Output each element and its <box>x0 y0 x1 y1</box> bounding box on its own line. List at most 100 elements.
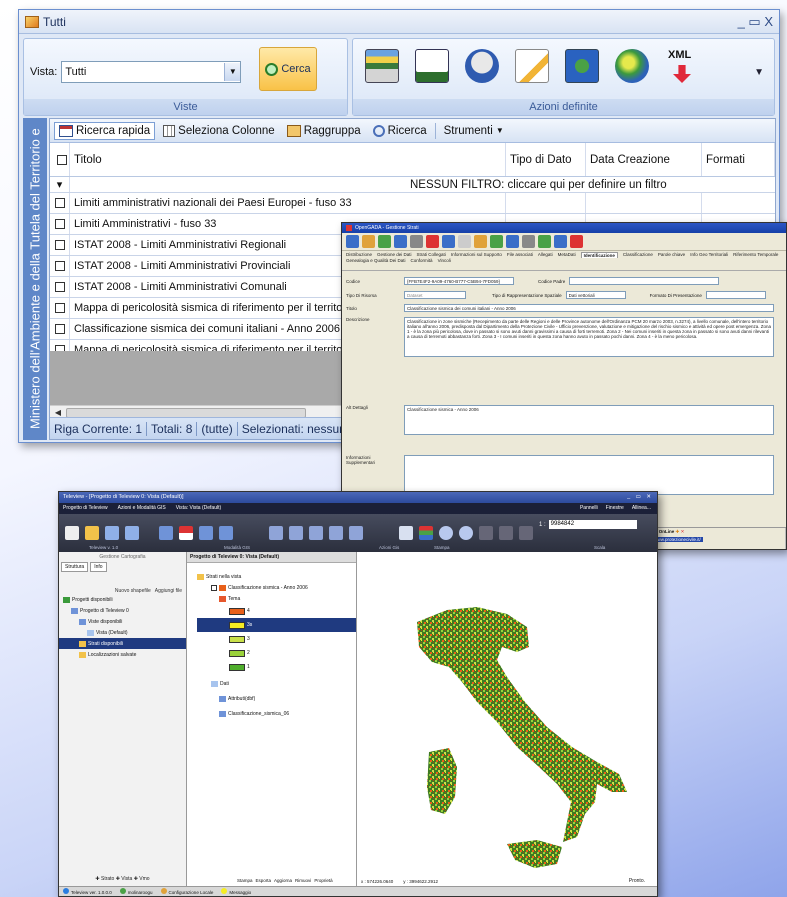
globe-icon[interactable] <box>615 49 649 83</box>
menu-azioni[interactable]: Azioni e Modalità GIS <box>118 503 166 514</box>
add-icon[interactable]: ✚ <box>676 529 680 534</box>
tab-informazioni-sul-supporto[interactable]: Informazioni sul Supporto <box>451 252 502 258</box>
left-panel-footer[interactable]: ✚ Strato ✚ Vista ✚ Vmo <box>59 876 186 882</box>
tab-file-associati[interactable]: File associati <box>507 252 533 258</box>
tree-item-localizzazioni-salvate[interactable]: Localizzazioni salvate <box>59 649 186 660</box>
info-icon[interactable] <box>309 526 323 540</box>
row-checkbox-cell[interactable] <box>50 214 70 234</box>
codice-padre-field[interactable] <box>569 277 720 285</box>
zoom-out-icon[interactable] <box>459 526 473 540</box>
checkbox[interactable] <box>54 324 65 334</box>
status-message[interactable]: Messaggio <box>221 888 251 895</box>
tab-allegati[interactable]: Allegati <box>538 252 553 258</box>
tipo-rappr-select[interactable]: Dati vettoriali <box>565 291 626 299</box>
tab-classificazione[interactable]: Classificazione <box>623 252 653 258</box>
row-titolo[interactable]: Limiti amministrativi nazionali dei Paes… <box>70 193 506 213</box>
row-checkbox-cell[interactable] <box>50 298 70 318</box>
tab-struttura[interactable]: Struttura <box>61 562 89 572</box>
italy-map[interactable] <box>357 552 657 882</box>
aggiungi-file-button[interactable]: Aggiungi file <box>155 588 182 594</box>
toolbar-icon[interactable] <box>538 235 551 248</box>
row-checkbox-cell[interactable] <box>50 319 70 339</box>
raggruppa-button[interactable]: Raggruppa <box>283 123 365 139</box>
legend-class-0[interactable]: 4 <box>197 604 356 618</box>
toolbar-icon[interactable] <box>458 235 471 248</box>
checkbox[interactable] <box>54 198 65 208</box>
layer-checkbox[interactable] <box>211 584 217 591</box>
tab-genealogia-e-qualit-dei-dati[interactable]: Genealogia e Qualità Dei Dati <box>346 258 406 263</box>
esporta-button[interactable]: Esporta <box>256 878 272 883</box>
aggiorna-button[interactable]: Aggiorna <box>274 878 292 883</box>
tab-info-geo-territoriali[interactable]: Info Geo Territoriali <box>690 252 728 258</box>
toolbar-icon[interactable] <box>362 235 375 248</box>
window-controls[interactable]: _ ▭ X <box>738 14 773 30</box>
tab-vincoli[interactable]: Vincoli <box>438 258 451 263</box>
dati-node[interactable]: Dati <box>197 678 356 689</box>
ricerca-rapida-button[interactable]: Ricerca rapida <box>54 121 156 140</box>
chevron-down-icon[interactable]: ▼ <box>224 63 241 81</box>
tab-info[interactable]: Info <box>90 562 107 572</box>
strati-node[interactable]: Strati nella vista <box>197 571 356 582</box>
proprieta-button[interactable]: Proprietà <box>314 878 332 883</box>
toolbar-icon[interactable] <box>522 235 535 248</box>
checkbox[interactable] <box>56 154 67 165</box>
measure-icon[interactable] <box>329 526 343 540</box>
titolo-field[interactable]: Classificazione sismica dei comuni itali… <box>404 304 774 312</box>
toolbar-icon[interactable] <box>554 235 567 248</box>
window-icon[interactable] <box>219 526 233 540</box>
menu-pannelli[interactable]: Pannelli <box>580 503 598 514</box>
window-controls[interactable]: _ ▭ ✕ <box>627 492 657 503</box>
flag-icon[interactable] <box>179 526 193 540</box>
remove-icon[interactable]: ✕ <box>681 529 685 534</box>
draw-icon[interactable] <box>349 526 363 540</box>
toolbar-icon[interactable] <box>346 235 359 248</box>
legend-class-2[interactable]: 3 <box>197 632 356 646</box>
menu-finestre[interactable]: Finestre <box>606 503 624 514</box>
seleziona-colonne-button[interactable]: Seleziona Colonne <box>159 123 279 139</box>
tab-metadati[interactable]: MetaDati <box>558 252 576 258</box>
tree-item-progetto-di-teleview-0[interactable]: Progetto di Teleview 0 <box>59 605 186 616</box>
ricerca-button[interactable]: Ricerca <box>369 123 431 139</box>
info-supp-field[interactable] <box>404 455 774 495</box>
toolbar-icon[interactable] <box>490 235 503 248</box>
toolbar-icon[interactable] <box>442 235 455 248</box>
checkbox[interactable] <box>54 282 65 292</box>
file-node[interactable]: Classificazione_sismica_06 <box>197 708 356 719</box>
legend-class-4[interactable]: 1 <box>197 660 356 674</box>
select-icon[interactable] <box>269 526 283 540</box>
nuovo-shapefile-button[interactable]: Nuovo shapefile <box>115 588 151 594</box>
database-icon[interactable] <box>365 49 399 83</box>
stampa-button[interactable]: Stampa <box>237 878 253 883</box>
legend-icon[interactable] <box>419 526 433 540</box>
zoom-next-icon[interactable] <box>519 526 533 540</box>
xml-export-icon[interactable]: XML <box>665 49 699 83</box>
filter-row[interactable]: ▾ NESSUN FILTRO: cliccare qui per defini… <box>50 177 775 193</box>
status-config[interactable]: Configurazione Locale <box>160 888 213 895</box>
legend-class-1[interactable]: 3s <box>197 618 356 632</box>
checkbox[interactable] <box>54 261 65 271</box>
pan-icon[interactable] <box>289 526 303 540</box>
table-row[interactable]: Limiti amministrativi nazionali dei Paes… <box>50 193 775 214</box>
layer-icon[interactable] <box>159 526 173 540</box>
menu-progetto[interactable]: Progetto di Teleview <box>63 503 108 514</box>
column-formati[interactable]: Formati <box>702 143 775 176</box>
menu-vista[interactable]: Vista: Vista (Default) <box>176 503 221 514</box>
zoom-extent-icon[interactable] <box>479 526 493 540</box>
formato-field[interactable] <box>705 291 766 299</box>
globe-icon[interactable] <box>399 526 413 540</box>
row-checkbox-cell[interactable] <box>50 235 70 255</box>
new-file-icon[interactable] <box>65 526 79 540</box>
toolbar-icon[interactable] <box>410 235 423 248</box>
tema-node[interactable]: Tema <box>197 593 356 604</box>
checkbox[interactable] <box>54 219 65 229</box>
select-all-checkbox[interactable] <box>50 143 70 176</box>
tab-riferimento-temporale[interactable]: Riferimento Temporale <box>733 252 778 258</box>
row-checkbox-cell[interactable] <box>50 277 70 297</box>
layer-node[interactable]: Classificazione sismica - Anno 2006 <box>197 582 356 593</box>
tree-item-strati-disponibili[interactable]: Strati disponibili <box>59 638 186 649</box>
table-icon[interactable] <box>105 526 119 540</box>
tab-parole-chiave[interactable]: Parole chiave <box>658 252 685 258</box>
alt-dettagli-field[interactable]: Classificazione sismica - Anno 2006 <box>404 405 774 435</box>
toolbar-icon[interactable] <box>474 235 487 248</box>
zoom-in-icon[interactable] <box>439 526 453 540</box>
